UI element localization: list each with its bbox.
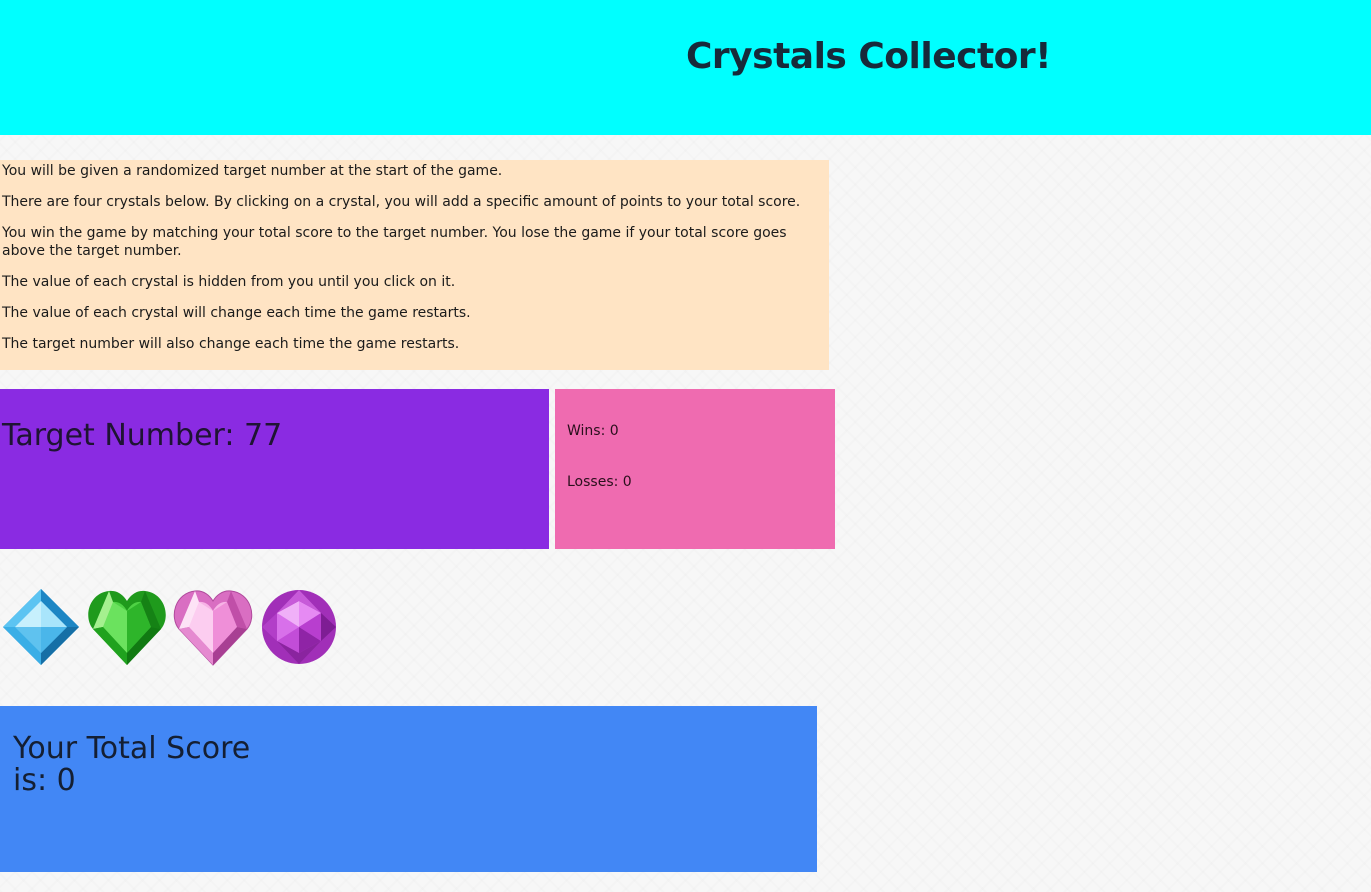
instruction-line: You will be given a randomized target nu… bbox=[2, 163, 503, 179]
instruction-line: You win the game by matching your total … bbox=[2, 225, 787, 259]
instruction-line: The target number will also change each … bbox=[2, 336, 460, 352]
blue-square-crystal-icon[interactable] bbox=[1, 587, 81, 667]
total-score-label: Your Total Score is: 0 bbox=[13, 731, 251, 798]
target-number-panel bbox=[0, 389, 549, 549]
green-heart-crystal-icon[interactable] bbox=[87, 587, 167, 667]
win-loss-panel bbox=[555, 389, 835, 549]
losses-count: Losses: 0 bbox=[567, 474, 632, 490]
purple-round-crystal-icon[interactable] bbox=[259, 587, 339, 667]
header-banner: Crystals Collector! bbox=[0, 0, 1371, 135]
target-number-label: Target Number: 77 bbox=[2, 418, 283, 453]
pink-heart-crystal-icon[interactable] bbox=[173, 587, 253, 667]
instruction-line: The value of each crystal will change ea… bbox=[2, 305, 471, 321]
game-title: Crystals Collector! bbox=[686, 36, 1052, 77]
instruction-line: There are four crystals below. By clicki… bbox=[2, 194, 801, 210]
crystal-row bbox=[0, 587, 340, 667]
instructions-panel: You will be given a randomized target nu… bbox=[0, 160, 829, 370]
instruction-line: The value of each crystal is hidden from… bbox=[2, 274, 456, 290]
wins-count: Wins: 0 bbox=[567, 423, 619, 439]
